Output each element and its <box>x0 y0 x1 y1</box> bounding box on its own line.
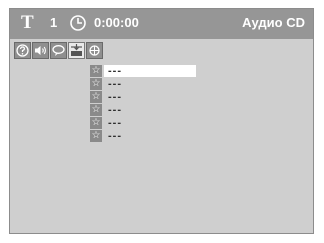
track-title: --- <box>104 65 196 77</box>
help-button[interactable] <box>14 42 31 59</box>
track-list-item[interactable]: ☆ --- <box>90 117 196 129</box>
star-icon: ☆ <box>90 65 102 77</box>
track-list: ☆ --- ☆ --- ☆ --- ☆ --- ☆ --- ☆ --- <box>90 65 196 143</box>
clock-icon <box>70 15 86 31</box>
audio-button[interactable] <box>32 42 49 59</box>
title-icon: T <box>21 12 34 33</box>
track-title: --- <box>108 130 122 142</box>
status-bar: T 1 0:00:00 Аудио CD <box>10 9 313 39</box>
track-list-item[interactable]: ☆ --- <box>90 78 196 90</box>
osd-screen: T 1 0:00:00 Аудио CD ☆ --- ☆ --- ☆ --- ☆… <box>9 8 314 234</box>
track-list-item[interactable]: ☆ --- <box>90 104 196 116</box>
subtitle-button[interactable] <box>50 42 67 59</box>
star-icon: ☆ <box>90 104 102 116</box>
program-button[interactable] <box>68 42 85 59</box>
elapsed-time: 0:00:00 <box>94 15 139 30</box>
track-list-item[interactable]: ☆ --- <box>90 130 196 142</box>
program-icon <box>71 44 82 56</box>
toolbar <box>14 42 104 59</box>
disc-type-label: Аудио CD <box>242 15 305 30</box>
repeat-button[interactable] <box>86 42 103 59</box>
track-title: --- <box>108 104 122 116</box>
track-title: --- <box>108 91 122 103</box>
audio-icon <box>35 46 46 55</box>
repeat-icon <box>89 45 100 56</box>
track-list-item[interactable]: ☆ --- <box>90 91 196 103</box>
track-list-item[interactable]: ☆ --- <box>90 65 196 77</box>
star-icon: ☆ <box>90 78 102 90</box>
track-number: 1 <box>50 15 58 30</box>
help-icon <box>16 44 29 57</box>
star-icon: ☆ <box>90 117 102 129</box>
track-title: --- <box>108 78 122 90</box>
star-icon: ☆ <box>90 91 102 103</box>
star-icon: ☆ <box>90 130 102 142</box>
track-title: --- <box>108 117 122 129</box>
subtitle-icon <box>52 45 65 56</box>
